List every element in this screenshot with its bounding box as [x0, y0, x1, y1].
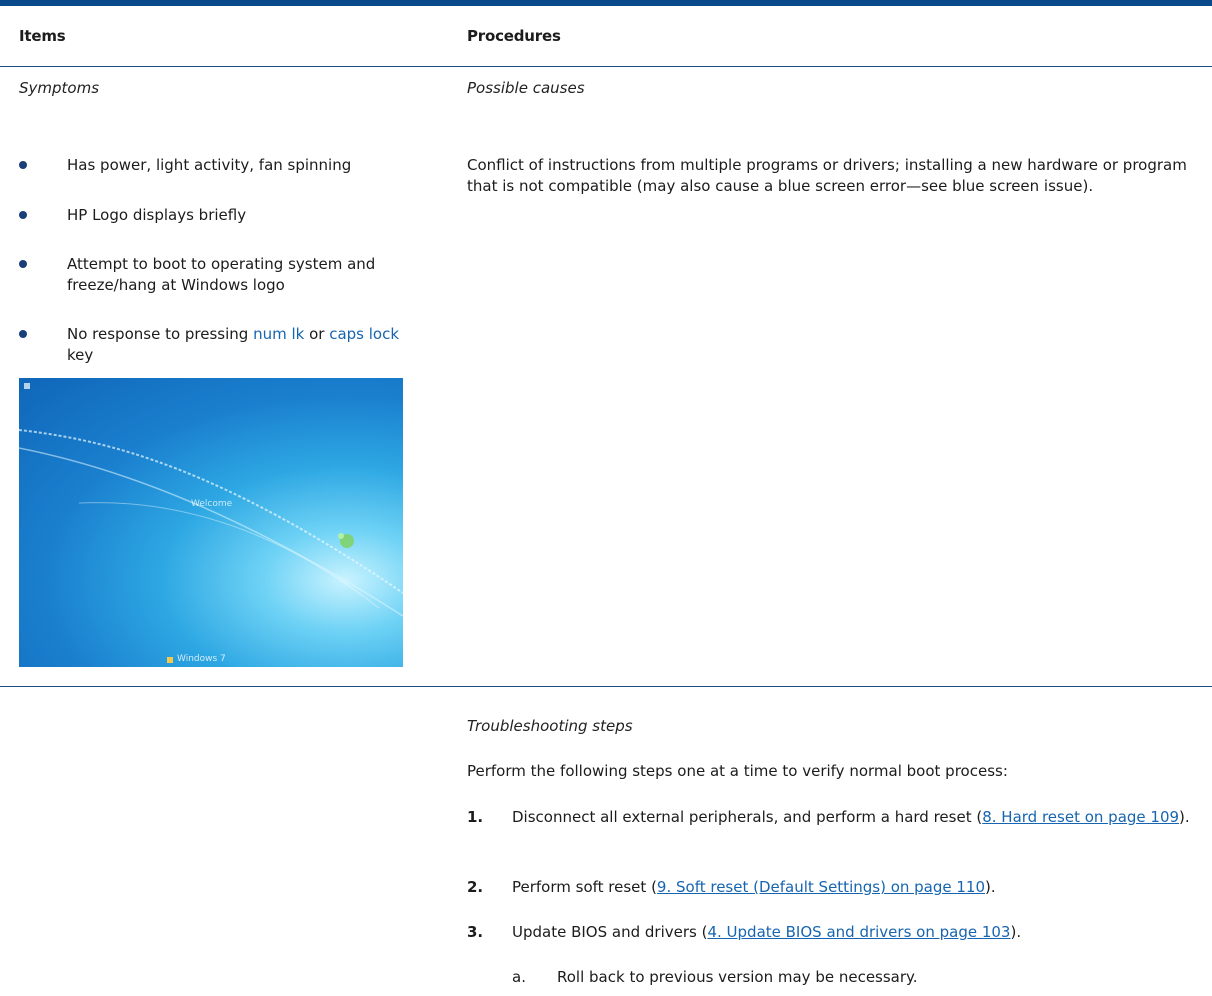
- possible-causes-heading: Possible causes: [467, 79, 585, 97]
- step-text: Perform soft reset (9. Soft reset (Defau…: [512, 878, 996, 896]
- step-number: 2.: [467, 878, 484, 896]
- num-lock-key-term: num lk: [253, 325, 305, 343]
- windows-swoosh-graphic: [19, 383, 403, 663]
- update-bios-link[interactable]: 4. Update BIOS and drivers on page 103: [707, 923, 1010, 941]
- substep-letter: a.: [512, 968, 526, 986]
- symptoms-heading: Symptoms: [19, 79, 100, 97]
- windows-brand-text: Windows 7: [177, 654, 226, 664]
- windows-boot-screenshot: Welcome Windows 7: [19, 378, 403, 667]
- steps-intro: Perform the following steps one at a tim…: [467, 762, 1008, 780]
- table-header-row: Items Procedures: [0, 6, 1212, 67]
- bullet-icon: [19, 161, 27, 169]
- bullet-icon: [19, 330, 27, 338]
- substep-text: Roll back to previous version may be nec…: [557, 968, 918, 986]
- symptom-text: No response to pressing num lk or caps l…: [67, 325, 400, 364]
- row-divider: [0, 686, 1212, 687]
- bullet-icon: [19, 211, 27, 219]
- hard-reset-link[interactable]: 8. Hard reset on page 109: [982, 808, 1179, 826]
- symptom-text: Attempt to boot to operating system and …: [67, 255, 376, 294]
- welcome-text: Welcome: [191, 499, 233, 509]
- troubleshooting-heading: Troubleshooting steps: [467, 717, 633, 735]
- possible-causes-text: Conflict of instructions from multiple p…: [467, 156, 1187, 195]
- caps-lock-key-term: caps lock: [329, 325, 400, 343]
- bullet-icon: [19, 260, 27, 268]
- symptom-text: Has power, light activity, fan spinning: [67, 156, 352, 174]
- soft-reset-link[interactable]: 9. Soft reset (Default Settings) on page…: [657, 878, 985, 896]
- symptom-text: HP Logo displays briefly: [67, 206, 247, 224]
- items-column-header: Items: [19, 27, 66, 45]
- step-number: 1.: [467, 808, 484, 826]
- step-text: Disconnect all external peripherals, and…: [512, 808, 1190, 826]
- step-number: 3.: [467, 923, 484, 941]
- procedures-column-header: Procedures: [467, 27, 561, 45]
- step-text: Update BIOS and drivers (4. Update BIOS …: [512, 923, 1022, 941]
